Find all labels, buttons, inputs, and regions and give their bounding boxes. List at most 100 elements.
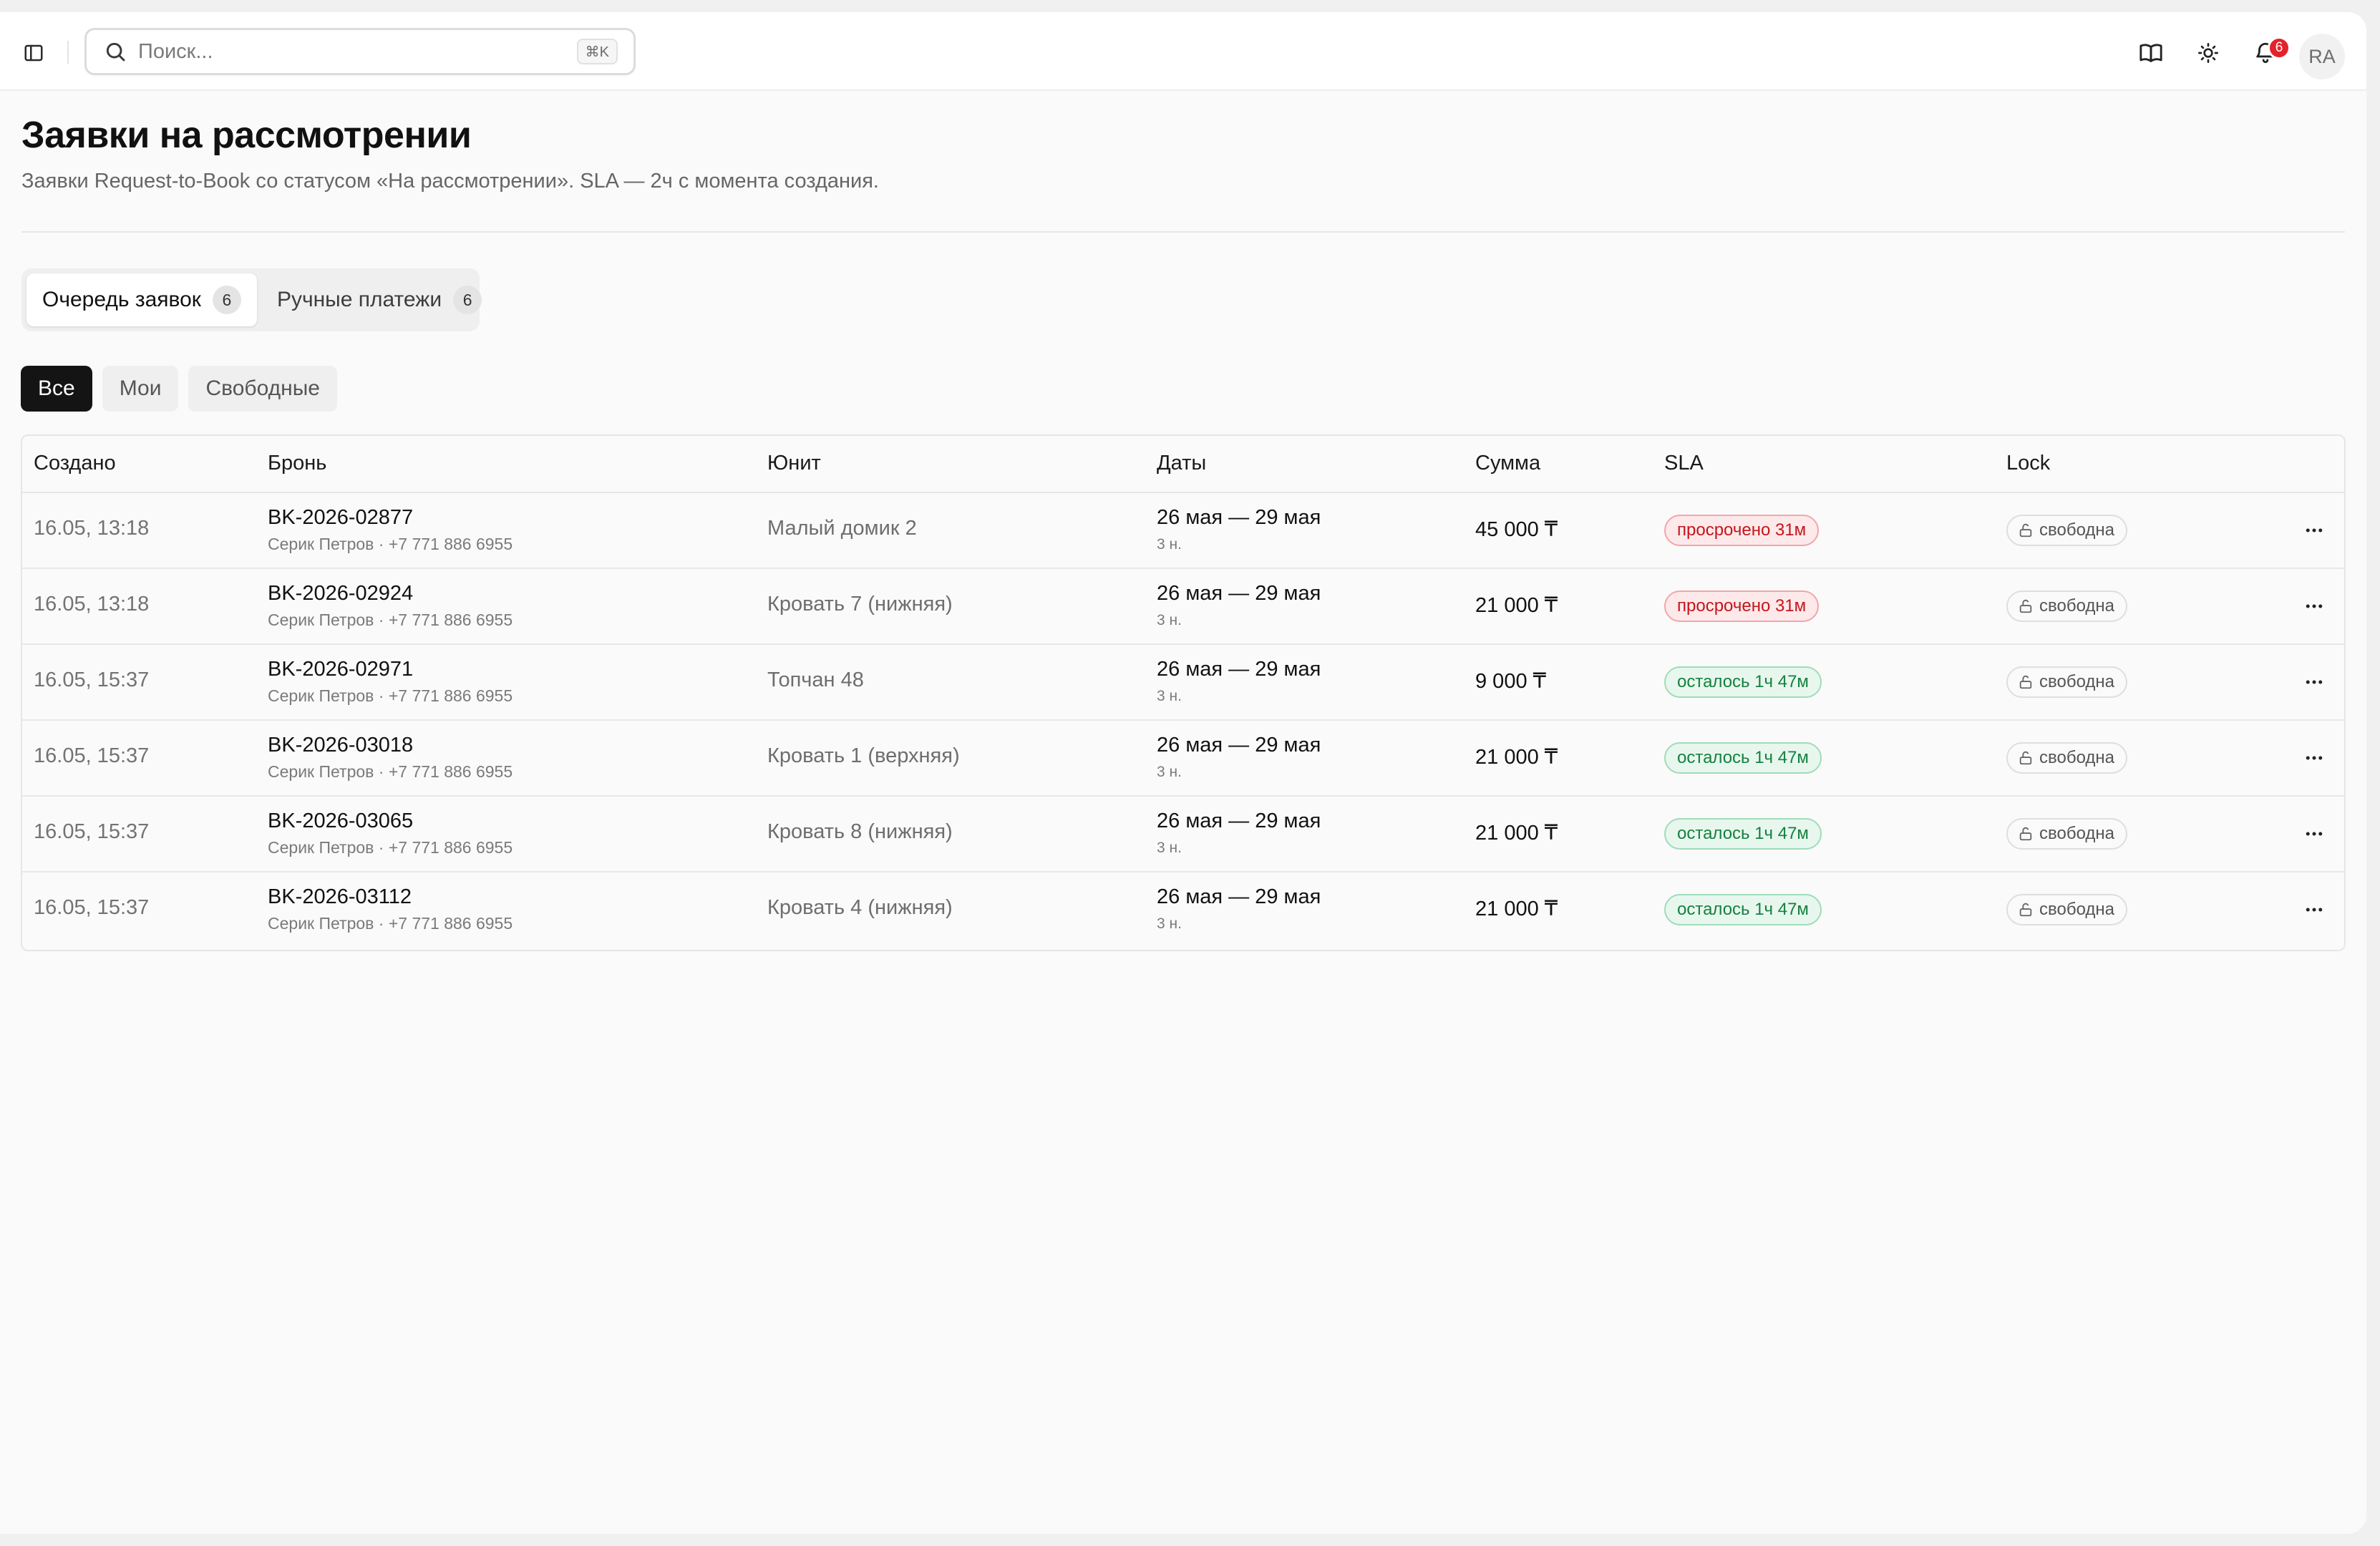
sidebar-toggle-button[interactable] xyxy=(19,38,49,68)
table-header: Создано Бронь Юнит Даты Сумма SLA Lock xyxy=(22,436,2344,493)
lock-status-label: свободна xyxy=(2039,824,2114,843)
table-row[interactable]: 16.05, 13:18 BK-2026-02877 Серик Петров … xyxy=(22,493,2344,569)
sla-status-badge: просрочено 31м xyxy=(1664,590,1820,622)
lock-status-label: свободна xyxy=(2039,748,2114,767)
search-icon xyxy=(106,42,125,62)
docs-button[interactable] xyxy=(2134,37,2167,69)
lock-button[interactable]: свободна xyxy=(2006,590,2127,622)
guest-contact: Серик Петров · +7 771 886 6955 xyxy=(268,611,513,629)
unit-name: Топчан 48 xyxy=(767,669,864,691)
sla-status-badge: осталось 1ч 47м xyxy=(1664,742,1822,774)
nights-count: 3 н. xyxy=(1157,840,1182,856)
page-subtitle: Заявки Request-to-Book со статусом «На р… xyxy=(21,170,879,193)
column-header-sla[interactable]: SLA xyxy=(1664,452,1704,475)
date-range: 26 мая — 29 мая xyxy=(1157,734,1321,757)
more-horizontal-icon xyxy=(2306,756,2323,760)
unit-name: Малый домик 2 xyxy=(767,517,917,540)
unit-name: Кровать 7 (нижняя) xyxy=(767,593,953,616)
lock-button[interactable]: свободна xyxy=(2006,818,2127,850)
table-row[interactable]: 16.05, 13:18 BK-2026-02924 Серик Петров … xyxy=(22,569,2344,645)
lock-open-icon xyxy=(2019,675,2032,689)
row-actions-button[interactable] xyxy=(2298,666,2330,698)
lock-status-label: свободна xyxy=(2039,672,2114,691)
lock-button[interactable]: свободна xyxy=(2006,515,2127,546)
row-actions-button[interactable] xyxy=(2298,818,2330,850)
column-header-booking[interactable]: Бронь xyxy=(268,452,326,475)
date-range: 26 мая — 29 мая xyxy=(1157,658,1321,681)
lock-open-icon xyxy=(2019,523,2032,538)
top-bar: ⌘K 6 RA xyxy=(0,12,2366,91)
lock-button[interactable]: свободна xyxy=(2006,666,2127,698)
booking-id-link[interactable]: BK-2026-03018 xyxy=(268,734,413,757)
toolbar-divider xyxy=(67,41,69,64)
booking-amount: 21 000 ₸ xyxy=(1475,594,1558,617)
tab-manual-payments[interactable]: Ручные платежи 6 xyxy=(261,273,497,326)
row-actions-button[interactable] xyxy=(2298,590,2330,622)
filter-all-button[interactable]: Все xyxy=(21,366,92,412)
column-header-sum[interactable]: Сумма xyxy=(1475,452,1540,475)
nights-count: 3 н. xyxy=(1157,688,1182,704)
booking-id-link[interactable]: BK-2026-02971 xyxy=(268,658,413,681)
nights-count: 3 н. xyxy=(1157,915,1182,932)
lock-button[interactable]: свободна xyxy=(2006,894,2127,925)
tab-count-badge: 6 xyxy=(212,286,241,314)
lock-open-icon xyxy=(2019,751,2032,765)
table-row[interactable]: 16.05, 15:37 BK-2026-02971 Серик Петров … xyxy=(22,645,2344,721)
lock-open-icon xyxy=(2019,827,2032,841)
header-divider xyxy=(21,231,2345,233)
search-input[interactable] xyxy=(138,39,553,64)
row-actions-button[interactable] xyxy=(2298,742,2330,774)
row-actions-button[interactable] xyxy=(2298,894,2330,925)
booking-id-link[interactable]: BK-2026-03065 xyxy=(268,810,413,833)
more-horizontal-icon xyxy=(2306,908,2323,912)
column-header-unit[interactable]: Юнит xyxy=(767,452,821,475)
created-at: 16.05, 15:37 xyxy=(34,820,150,843)
theme-toggle-button[interactable] xyxy=(2192,37,2225,69)
filter-mine-button[interactable]: Мои xyxy=(102,366,179,412)
booking-id-link[interactable]: BK-2026-02877 xyxy=(268,506,413,530)
more-horizontal-icon xyxy=(2306,604,2323,608)
page-title: Заявки на рассмотрении xyxy=(21,115,472,156)
sidebar-toggle-icon xyxy=(24,44,43,62)
more-horizontal-icon xyxy=(2306,528,2323,533)
booking-amount: 21 000 ₸ xyxy=(1475,822,1558,845)
user-avatar[interactable]: RA xyxy=(2299,34,2345,79)
guest-contact: Серик Петров · +7 771 886 6955 xyxy=(268,914,513,933)
search-box[interactable]: ⌘K xyxy=(84,28,636,75)
lock-status-label: свободна xyxy=(2039,596,2114,616)
sla-status-badge: просрочено 31м xyxy=(1664,515,1820,546)
booking-amount: 9 000 ₸ xyxy=(1475,670,1547,693)
created-at: 16.05, 13:18 xyxy=(34,517,150,540)
sla-status-badge: осталось 1ч 47м xyxy=(1664,818,1822,850)
row-actions-button[interactable] xyxy=(2298,515,2330,546)
more-horizontal-icon xyxy=(2306,832,2323,836)
app-window: ⌘K 6 RA Заявки на рассмотрении Заявки Re xyxy=(0,12,2366,1534)
nights-count: 3 н. xyxy=(1157,764,1182,780)
search-shortcut-hint: ⌘K xyxy=(576,39,618,64)
lock-button[interactable]: свободна xyxy=(2006,742,2127,774)
created-at: 16.05, 15:37 xyxy=(34,744,150,767)
lock-status-label: свободна xyxy=(2039,900,2114,919)
book-icon xyxy=(2139,44,2162,62)
sla-status-badge: осталось 1ч 47м xyxy=(1664,894,1822,925)
column-header-dates[interactable]: Даты xyxy=(1157,452,1206,475)
table-row[interactable]: 16.05, 15:37 BK-2026-03065 Серик Петров … xyxy=(22,797,2344,872)
column-header-lock[interactable]: Lock xyxy=(2006,452,2050,475)
booking-id-link[interactable]: BK-2026-02924 xyxy=(268,582,413,606)
unit-name: Кровать 8 (нижняя) xyxy=(767,820,953,843)
booking-amount: 21 000 ₸ xyxy=(1475,746,1558,769)
unit-name: Кровать 4 (нижняя) xyxy=(767,896,953,919)
nights-count: 3 н. xyxy=(1157,536,1182,553)
filter-free-button[interactable]: Свободные xyxy=(188,366,337,412)
date-range: 26 мая — 29 мая xyxy=(1157,885,1321,908)
notification-count-badge: 6 xyxy=(2268,37,2291,59)
created-at: 16.05, 15:37 xyxy=(34,896,150,919)
date-range: 26 мая — 29 мая xyxy=(1157,582,1321,605)
requests-table: Создано Бронь Юнит Даты Сумма SLA Lock 1… xyxy=(21,434,2346,951)
tab-request-queue[interactable]: Очередь заявок 6 xyxy=(26,273,257,326)
column-header-created[interactable]: Создано xyxy=(34,452,116,475)
table-row[interactable]: 16.05, 15:37 BK-2026-03018 Серик Петров … xyxy=(22,721,2344,797)
more-horizontal-icon xyxy=(2306,680,2323,684)
booking-id-link[interactable]: BK-2026-03112 xyxy=(268,885,412,909)
table-row[interactable]: 16.05, 15:37 BK-2026-03112 Серик Петров … xyxy=(22,872,2344,948)
